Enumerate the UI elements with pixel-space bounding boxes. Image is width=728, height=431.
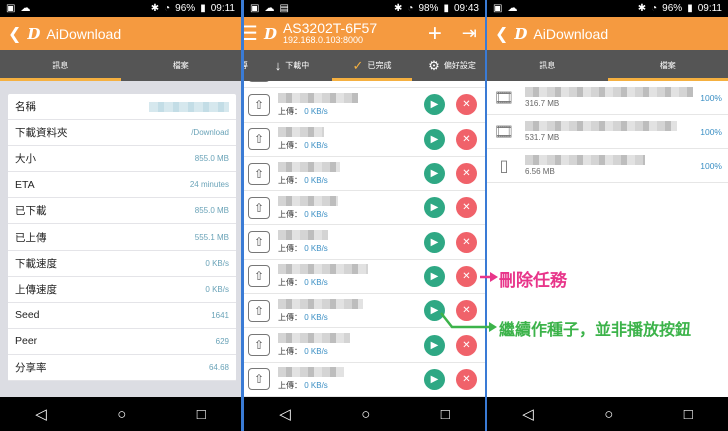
delete-task-annotation: 刪除任務 [499,271,567,291]
seed-annotation: 繼續作種子，並非播放按鈕 [499,320,692,339]
annotation-arrows [440,272,498,332]
